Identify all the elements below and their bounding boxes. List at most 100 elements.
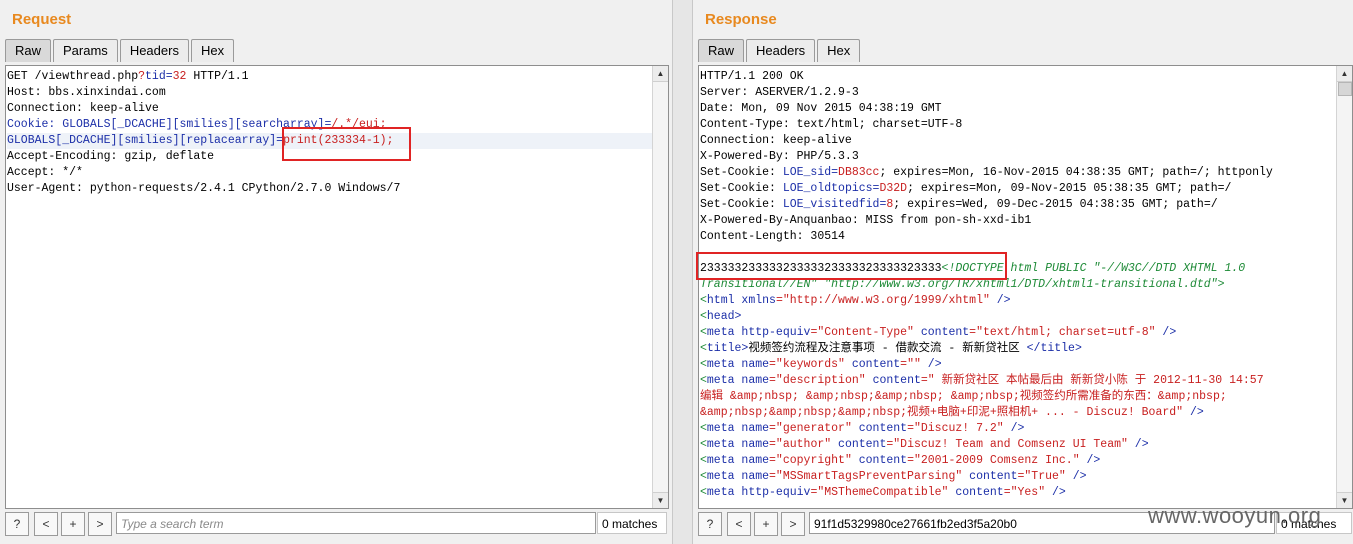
request-search-input[interactable]: Type a search term (116, 512, 596, 534)
code-token: content (955, 486, 1004, 499)
code-token: Set-Cookie: (700, 182, 783, 195)
code-token: name (741, 358, 770, 371)
code-token: ="2001-2009 Comsenz Inc." (907, 454, 1080, 467)
code-token: meta (706, 438, 742, 451)
code-token: meta (706, 374, 742, 387)
code-token: tid (145, 70, 166, 83)
code-line: Connection: keep-alive (700, 133, 1336, 149)
code-token: meta (706, 454, 742, 467)
request-tab-hex[interactable]: Hex (190, 39, 235, 62)
code-token: ="http://www.w3.org/1999/xhtml" (775, 294, 990, 307)
code-token: User-Agent: python-requests/2.4.1 CPytho… (7, 182, 401, 195)
code-token: < (700, 294, 707, 307)
code-token: ="copyright" (769, 454, 859, 467)
code-token: Connection: keep-alive (7, 102, 159, 115)
code-token: < (700, 326, 707, 339)
scroll-down-icon[interactable]: ▼ (1337, 492, 1352, 508)
code-token: ="MSSmartTagsPreventParsing" (769, 470, 970, 483)
code-token: head> (706, 310, 742, 323)
code-line: Content-Type: text/html; charset=UTF-8 (700, 117, 1336, 133)
code-line: <meta name="generator" content="Discuz! … (700, 421, 1336, 437)
add-button[interactable]: + (61, 512, 85, 536)
response-editor[interactable]: HTTP/1.1 200 OK Server: ASERVER/1.2.9-3 Da… (698, 65, 1353, 509)
request-tab-raw[interactable]: Raw (5, 39, 52, 62)
code-token: meta (706, 358, 742, 371)
request-title: Request (12, 11, 72, 28)
code-token: name (741, 374, 770, 387)
code-token: content (858, 422, 908, 435)
code-token: < (700, 486, 707, 499)
code-token: GLOBALS[_DCACHE][smilies][replacearray] (7, 134, 277, 147)
code-line: GET /viewthread.php?tid=32 HTTP/1.1 (7, 69, 652, 85)
help-button[interactable]: ? (698, 512, 722, 536)
code-token: /> (1065, 470, 1087, 483)
next-match-button[interactable]: > (88, 512, 112, 536)
code-token: ; expires=Wed, 09-Dec-2015 04:38:35 GMT;… (893, 198, 1218, 211)
code-token: ="generator" (769, 422, 859, 435)
code-token: /> (1003, 422, 1025, 435)
code-line: Server: ASERVER/1.2.9-3 (700, 85, 1336, 101)
code-token: name (741, 470, 770, 483)
code-token: HTTP/1.1 (186, 70, 249, 83)
code-token: ; expires=Mon, 16-Nov-2015 04:38:35 GMT;… (879, 166, 1273, 179)
code-token: title> (706, 342, 749, 355)
help-button[interactable]: ? (5, 512, 29, 536)
prev-match-button[interactable]: < (727, 512, 751, 536)
code-token: &amp;nbsp;&amp;nbsp;&amp;nbsp;视频+电脑+印泥+照… (700, 406, 1184, 419)
code-token: ="author" (769, 438, 839, 451)
code-token: name (741, 438, 770, 451)
code-line: &amp;nbsp;&amp;nbsp;&amp;nbsp;视频+电脑+印泥+照… (700, 405, 1336, 421)
code-line: Date: Mon, 09 Nov 2015 04:38:19 GMT (700, 101, 1336, 117)
scroll-thumb[interactable] (1338, 82, 1352, 96)
request-tab-params[interactable]: Params (53, 39, 118, 62)
code-token: Set-Cookie: (700, 198, 783, 211)
prev-match-button[interactable]: < (34, 512, 58, 536)
code-token: /> (1127, 438, 1149, 451)
pane-divider[interactable] (672, 0, 693, 544)
response-tab-headers[interactable]: Headers (746, 39, 816, 62)
code-token: ="Discuz! Team and Comsenz UI Team" (886, 438, 1128, 451)
code-token: DB83cc (838, 166, 880, 179)
code-token: < (700, 310, 707, 323)
code-token: ? (138, 70, 146, 83)
highlight-box (696, 252, 1007, 280)
code-token: content (872, 374, 921, 387)
code-token: ; expires=Mon, 09-Nov-2015 05:38:35 GMT;… (907, 182, 1232, 195)
code-line: <meta http-equiv="MSThemeCompatible" con… (700, 485, 1336, 501)
code-token: = (831, 166, 839, 179)
code-line: <meta name="author" content="Discuz! Tea… (700, 437, 1336, 453)
code-line: <meta http-equiv="Content-Type" content=… (700, 325, 1336, 341)
response-code[interactable]: HTTP/1.1 200 OK Server: ASERVER/1.2.9-3 Da… (700, 69, 1336, 501)
request-scrollbar[interactable]: ▲ ▼ (652, 66, 668, 508)
code-token: name (741, 454, 770, 467)
code-token: /> (1183, 406, 1204, 419)
code-line: <meta name="keywords" content="" /> (700, 357, 1336, 373)
code-token: content (969, 470, 1018, 483)
response-tab-raw[interactable]: Raw (698, 39, 745, 62)
request-tab-headers[interactable]: Headers (119, 39, 189, 62)
code-token: LOE_sid (782, 166, 832, 179)
response-tab-hex[interactable]: Hex (817, 39, 861, 62)
code-token: Accept-Encoding: gzip, deflate (7, 150, 215, 163)
scroll-down-icon[interactable]: ▼ (653, 492, 668, 508)
next-match-button[interactable]: > (781, 512, 805, 536)
scroll-up-icon[interactable]: ▲ (653, 66, 668, 82)
code-line: Content-Length: 30514 (700, 229, 1336, 245)
code-token: = (165, 70, 173, 83)
code-token: < (700, 470, 707, 483)
code-token: ="keywords" (769, 358, 852, 371)
code-token: ="Content-Type" (810, 326, 921, 339)
scroll-up-icon[interactable]: ▲ (1337, 66, 1352, 82)
code-line: Accept: */* (7, 165, 652, 181)
code-line: X-Powered-By: PHP/5.3.3 (700, 149, 1336, 165)
add-button[interactable]: + (754, 512, 778, 536)
code-token: < (700, 454, 707, 467)
code-token: GET /viewthread.php (7, 70, 139, 83)
code-line: Set-Cookie: LOE_visitedfid=8; expires=We… (700, 197, 1336, 213)
code-token: Server: ASERVER/1.2.9-3 (700, 86, 859, 99)
code-line: <title>视频签约流程及注意事项 - 借款交流 - 新新贷社区 </titl… (700, 341, 1336, 357)
response-scrollbar[interactable]: ▲ ▼ (1336, 66, 1352, 508)
code-token: HTTP/1.1 200 OK (700, 70, 804, 83)
code-line: Set-Cookie: LOE_sid=DB83cc; expires=Mon,… (700, 165, 1336, 181)
code-token: meta (706, 326, 742, 339)
